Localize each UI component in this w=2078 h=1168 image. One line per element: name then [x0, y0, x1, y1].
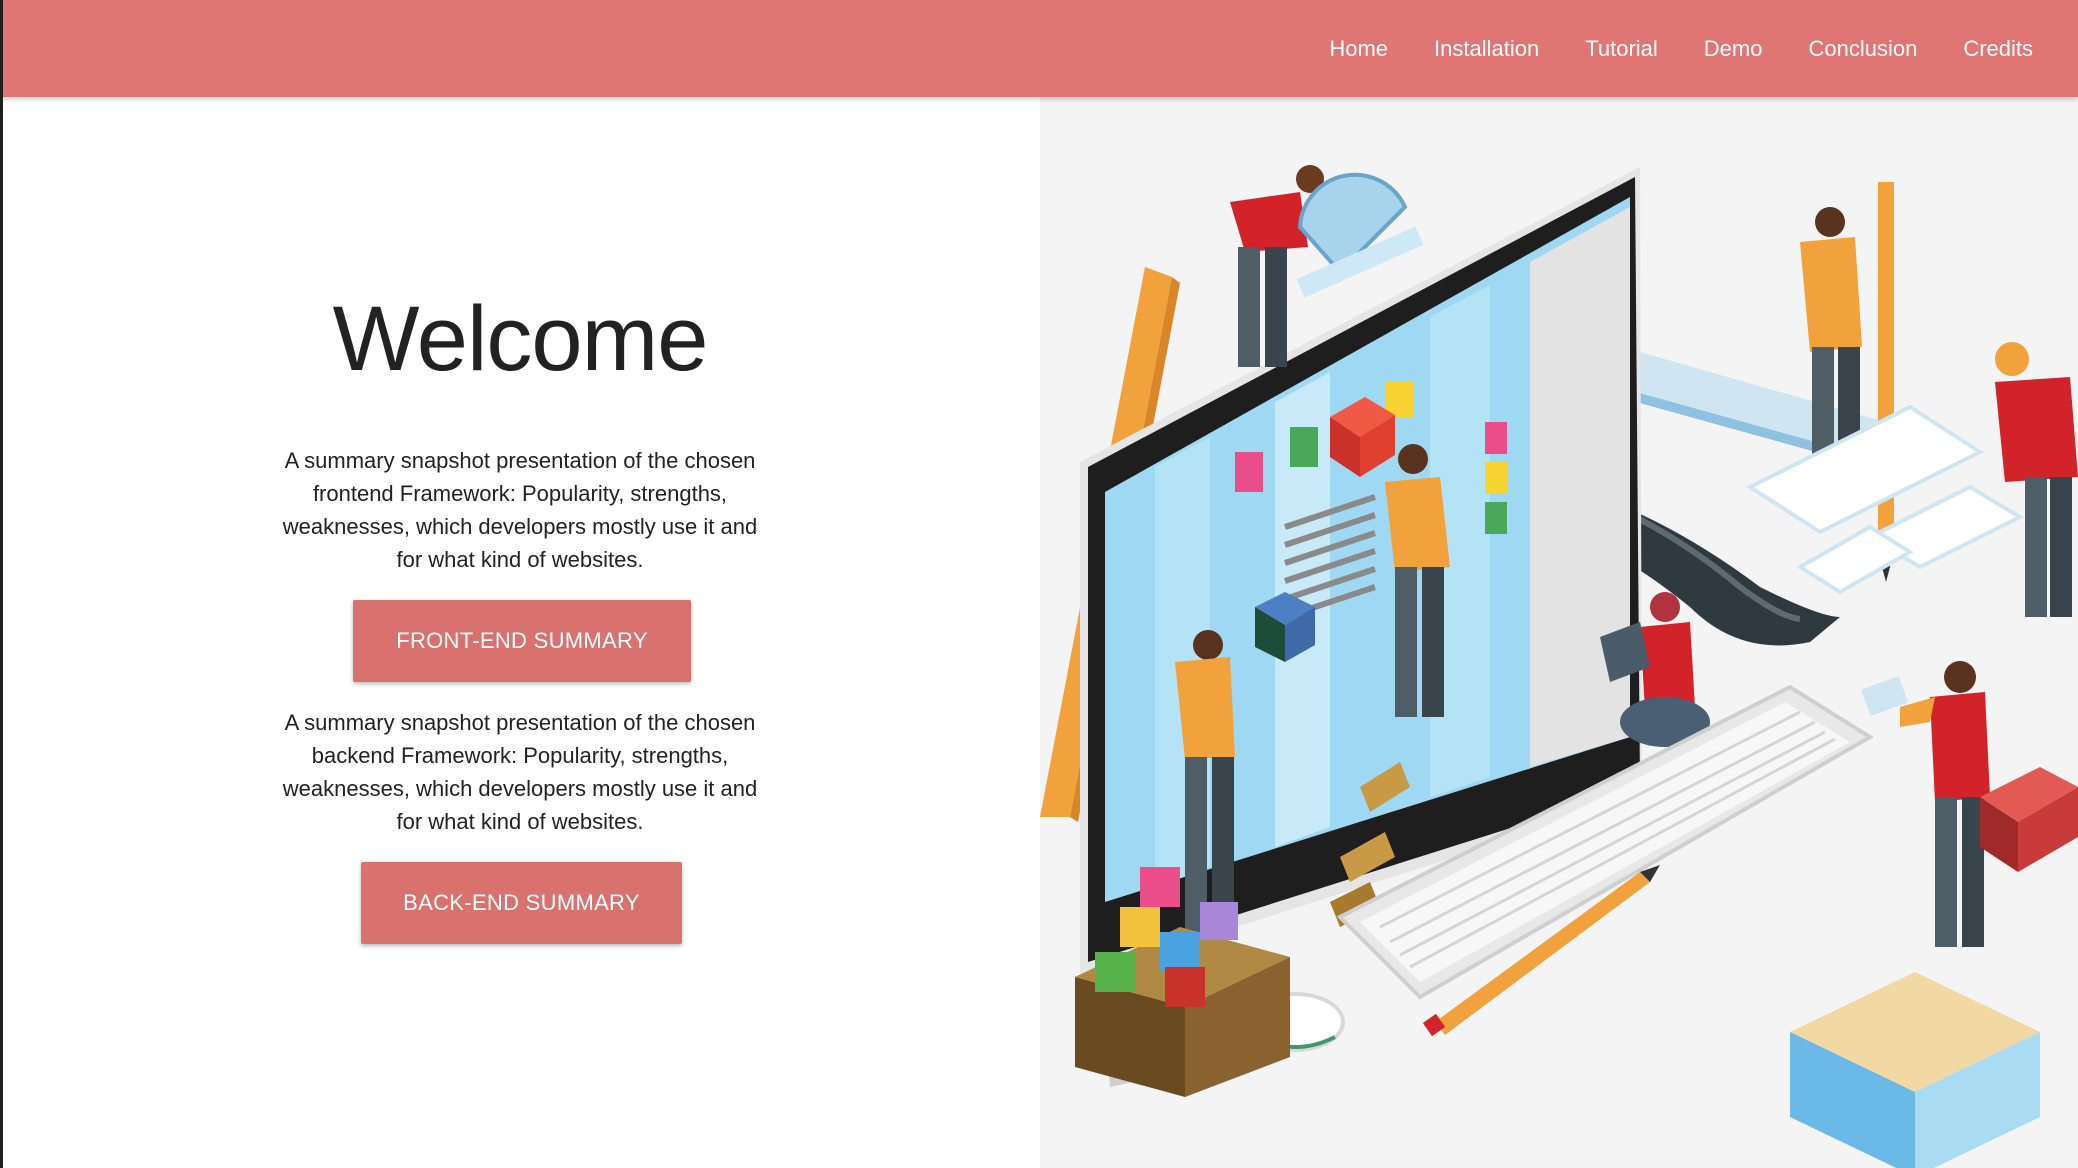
nav-link-credits[interactable]: Credits: [1940, 37, 2056, 60]
page: Home Installation Tutorial Demo Conclusi…: [0, 0, 2078, 1168]
nav-link-installation[interactable]: Installation: [1411, 37, 1562, 60]
welcome-section: Welcome A summary snapshot presentation …: [0, 97, 1040, 1168]
sharpener: [1980, 767, 2078, 872]
nav-item-tutorial: Tutorial: [1562, 37, 1681, 60]
person-with-cap: [1995, 342, 2078, 617]
nav-item-demo: Demo: [1681, 37, 1786, 60]
nav-item-conclusion: Conclusion: [1785, 37, 1940, 60]
backend-summary-text: A summary snapshot presentation of the c…: [282, 710, 758, 834]
nav-link-home[interactable]: Home: [1306, 37, 1411, 60]
nav-item-credits: Credits: [1940, 37, 2056, 60]
page-title: Welcome: [332, 288, 709, 390]
nav-link-tutorial[interactable]: Tutorial: [1562, 37, 1681, 60]
nav-link-conclusion[interactable]: Conclusion: [1785, 37, 1940, 60]
note-box: [1790, 972, 2040, 1168]
top-navbar: Home Installation Tutorial Demo Conclusi…: [0, 0, 2078, 97]
window-edge: [0, 0, 3, 1168]
frontend-summary-button[interactable]: FRONT-END SUMMARY: [353, 600, 691, 682]
nav-item-installation: Installation: [1411, 37, 1562, 60]
person-with-tablet: [1861, 661, 1990, 947]
web-development-illustration: [1040, 165, 2078, 1168]
nav-item-home: Home: [1306, 37, 1411, 60]
frontend-summary-text: A summary snapshot presentation of the c…: [282, 448, 758, 572]
backend-summary-button[interactable]: BACK-END SUMMARY: [361, 862, 682, 944]
nav-link-demo[interactable]: Demo: [1681, 37, 1786, 60]
hero-illustration: [1040, 97, 2078, 1168]
nav-menu: Home Installation Tutorial Demo Conclusi…: [1306, 0, 2078, 97]
